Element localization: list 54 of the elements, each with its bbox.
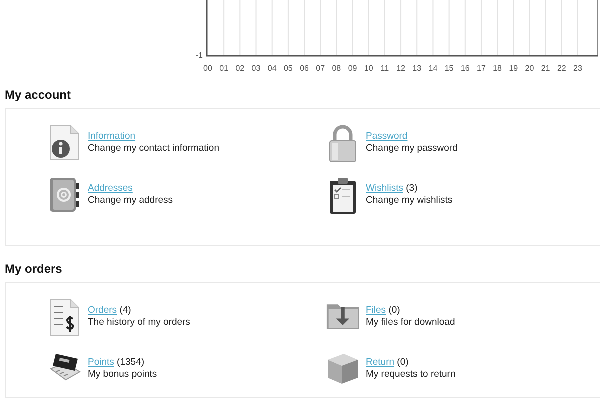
x-tick-label: 08 xyxy=(332,64,342,73)
box-icon xyxy=(326,351,360,385)
x-tick-label: 02 xyxy=(236,64,245,73)
x-tick-label: 23 xyxy=(574,64,582,73)
x-tick-label: 16 xyxy=(460,64,470,73)
item-description: Change my wishlists xyxy=(366,195,453,207)
info-document-icon xyxy=(49,125,81,161)
price-list-icon xyxy=(49,299,81,337)
item-count: (1354) xyxy=(117,357,145,368)
item-description: Change my contact information xyxy=(88,143,220,155)
x-tick-label: 07 xyxy=(316,64,326,73)
section-heading: My account xyxy=(5,88,72,102)
item-count: (0) xyxy=(397,357,409,368)
section-heading: My orders xyxy=(5,262,64,276)
item-description: My requests to return xyxy=(366,369,456,381)
x-tick-label: 05 xyxy=(284,64,293,73)
clipboard-icon xyxy=(329,177,357,215)
x-tick-label: 15 xyxy=(444,64,454,73)
x-tick-label: 11 xyxy=(380,64,390,73)
x-tick-label: 14 xyxy=(428,64,438,73)
item-count: (3) xyxy=(406,183,418,194)
item-description: Change my password xyxy=(366,143,458,155)
x-tick-label: 12 xyxy=(396,64,406,73)
item-link[interactable]: Password xyxy=(366,131,408,142)
x-tick-label: 01 xyxy=(220,64,229,73)
x-tick-label: 19 xyxy=(509,64,518,73)
x-tick-label: 04 xyxy=(268,64,277,73)
x-tick-label: 03 xyxy=(252,64,261,73)
item-link[interactable]: Addresses xyxy=(88,183,133,194)
x-tick-label: 00 xyxy=(204,64,212,73)
item-link[interactable]: Information xyxy=(88,131,136,142)
x-tick-label: 09 xyxy=(348,64,358,73)
item-description: Change my address xyxy=(88,195,174,207)
padlock-icon xyxy=(327,125,359,163)
address-book-icon xyxy=(49,177,81,213)
y-tick-label: -1 xyxy=(196,51,203,60)
item-link[interactable]: Points xyxy=(88,357,114,368)
item-link[interactable]: Files xyxy=(366,305,386,316)
x-tick-label: 20 xyxy=(525,64,534,73)
x-tick-label: 13 xyxy=(412,64,422,73)
item-description: My files for download xyxy=(366,317,456,329)
x-tick-label: 22 xyxy=(557,64,566,73)
x-tick-label: 17 xyxy=(477,64,486,73)
x-tick-label: 18 xyxy=(493,64,502,73)
item-description: My bonus points xyxy=(88,369,158,381)
x-tick-label: 21 xyxy=(541,64,550,73)
item-count: (4) xyxy=(120,305,132,316)
item-link[interactable]: Return xyxy=(366,357,395,368)
item-link[interactable]: Orders xyxy=(88,305,118,316)
item-count: (0) xyxy=(388,305,400,316)
x-tick-label: 06 xyxy=(300,64,309,73)
item-link[interactable]: Wishlists xyxy=(366,183,404,194)
x-tick-label: 10 xyxy=(364,64,374,73)
item-description: The history of my orders xyxy=(88,317,190,329)
